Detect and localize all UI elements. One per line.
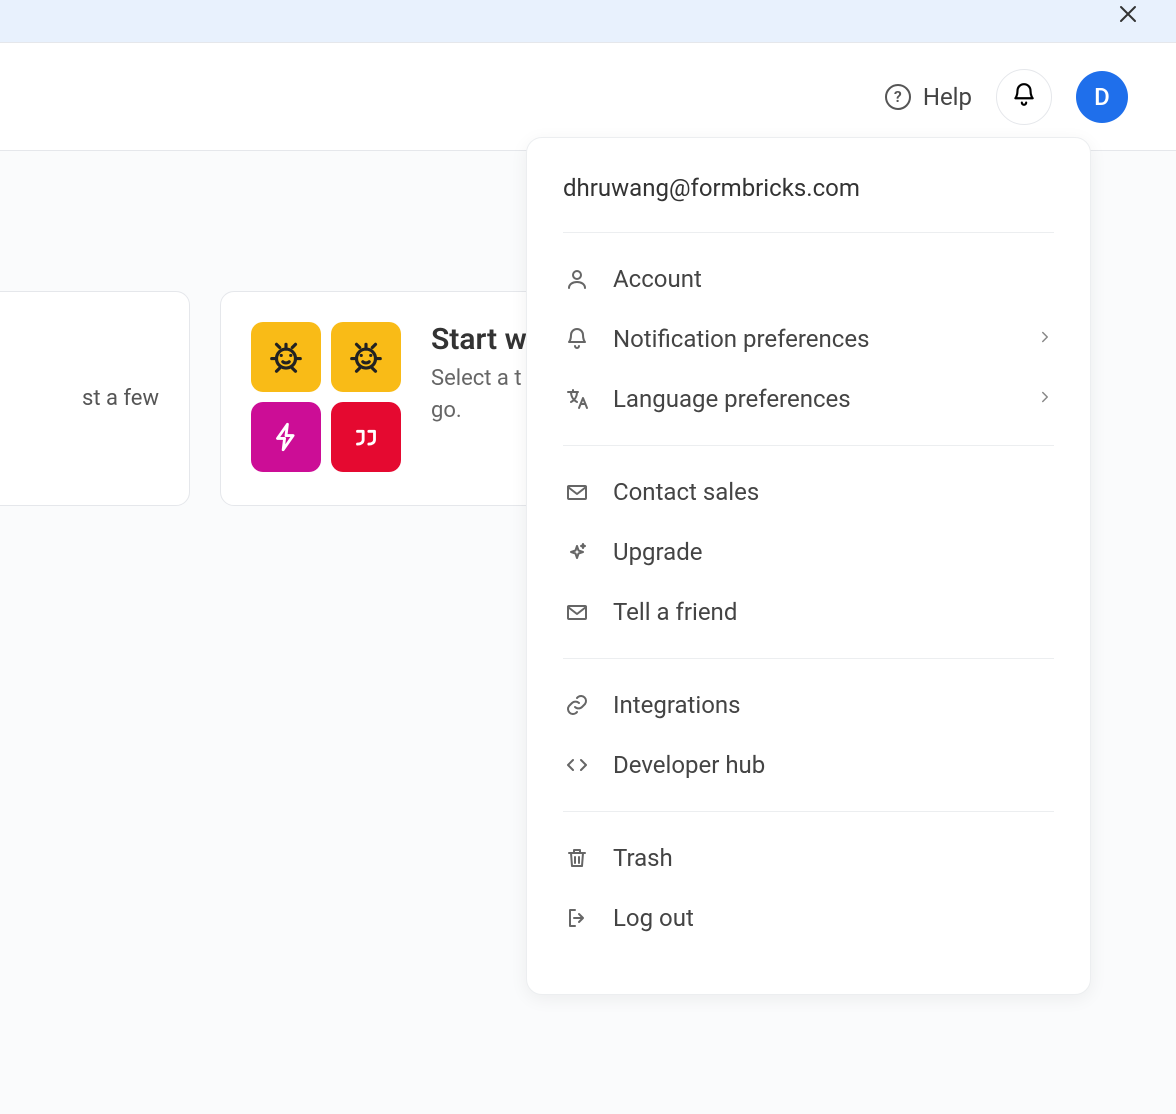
menu-account[interactable]: Account <box>563 249 1054 309</box>
help-label: Help <box>923 83 972 111</box>
dropdown-group: Integrations Developer hub <box>563 659 1054 811</box>
template-tiles <box>251 322 401 472</box>
avatar[interactable]: D <box>1076 71 1128 123</box>
dropdown-group: Trash Log out <box>563 812 1054 964</box>
logout-icon <box>563 906 591 930</box>
menu-label: Developer hub <box>613 751 1054 779</box>
menu-label: Account <box>613 265 1054 293</box>
menu-label: Notification preferences <box>613 325 1014 353</box>
mail-icon <box>563 480 591 504</box>
card-template-line2: go. <box>431 395 527 427</box>
dropdown-group: Account Notification preferences Languag… <box>563 233 1054 445</box>
card-left-text: st a few <box>82 322 159 415</box>
menu-upgrade[interactable]: Upgrade <box>563 522 1054 582</box>
menu-logout[interactable]: Log out <box>563 888 1054 948</box>
menu-notification-preferences[interactable]: Notification preferences <box>563 309 1054 369</box>
language-icon <box>563 387 591 411</box>
link-icon <box>563 693 591 717</box>
user-icon <box>563 267 591 291</box>
quote-icon <box>331 402 401 472</box>
card-template-line1: Select a t <box>431 363 527 395</box>
menu-label: Trash <box>613 844 1054 872</box>
bell-icon <box>563 327 591 351</box>
bell-icon <box>1011 82 1037 112</box>
bug-icon <box>331 322 401 392</box>
top-bar: ? Help D <box>0 43 1176 151</box>
menu-developer-hub[interactable]: Developer hub <box>563 735 1054 795</box>
menu-label: Upgrade <box>613 538 1054 566</box>
card-left[interactable]: st a few <box>0 291 190 506</box>
menu-label: Log out <box>613 904 1054 932</box>
dropdown-email: dhruwang@formbricks.com <box>563 174 1054 232</box>
dropdown-group: Contact sales Upgrade Tell a friend <box>563 446 1054 658</box>
menu-label: Tell a friend <box>613 598 1054 626</box>
card-template-text: Start w Select a t go. <box>431 322 527 427</box>
bug-icon <box>251 322 321 392</box>
sparkle-icon <box>563 540 591 564</box>
menu-label: Contact sales <box>613 478 1054 506</box>
chevron-right-icon <box>1036 328 1054 350</box>
menu-integrations[interactable]: Integrations <box>563 675 1054 735</box>
menu-language-preferences[interactable]: Language preferences <box>563 369 1054 429</box>
close-icon[interactable] <box>1116 0 1140 33</box>
chevron-right-icon <box>1036 388 1054 410</box>
trash-icon <box>563 846 591 870</box>
menu-tell-a-friend[interactable]: Tell a friend <box>563 582 1054 642</box>
menu-label: Language preferences <box>613 385 1014 413</box>
help-icon: ? <box>885 84 911 110</box>
info-banner <box>0 0 1176 43</box>
mail-icon <box>563 600 591 624</box>
notifications-button[interactable] <box>996 69 1052 125</box>
avatar-initial: D <box>1094 83 1110 111</box>
help-button[interactable]: ? Help <box>885 83 972 111</box>
account-dropdown: dhruwang@formbricks.com Account Notifica… <box>526 137 1091 995</box>
menu-trash[interactable]: Trash <box>563 828 1054 888</box>
menu-label: Integrations <box>613 691 1054 719</box>
card-template-title: Start w <box>431 322 527 357</box>
code-icon <box>563 753 591 777</box>
menu-contact-sales[interactable]: Contact sales <box>563 462 1054 522</box>
bolt-icon <box>251 402 321 472</box>
